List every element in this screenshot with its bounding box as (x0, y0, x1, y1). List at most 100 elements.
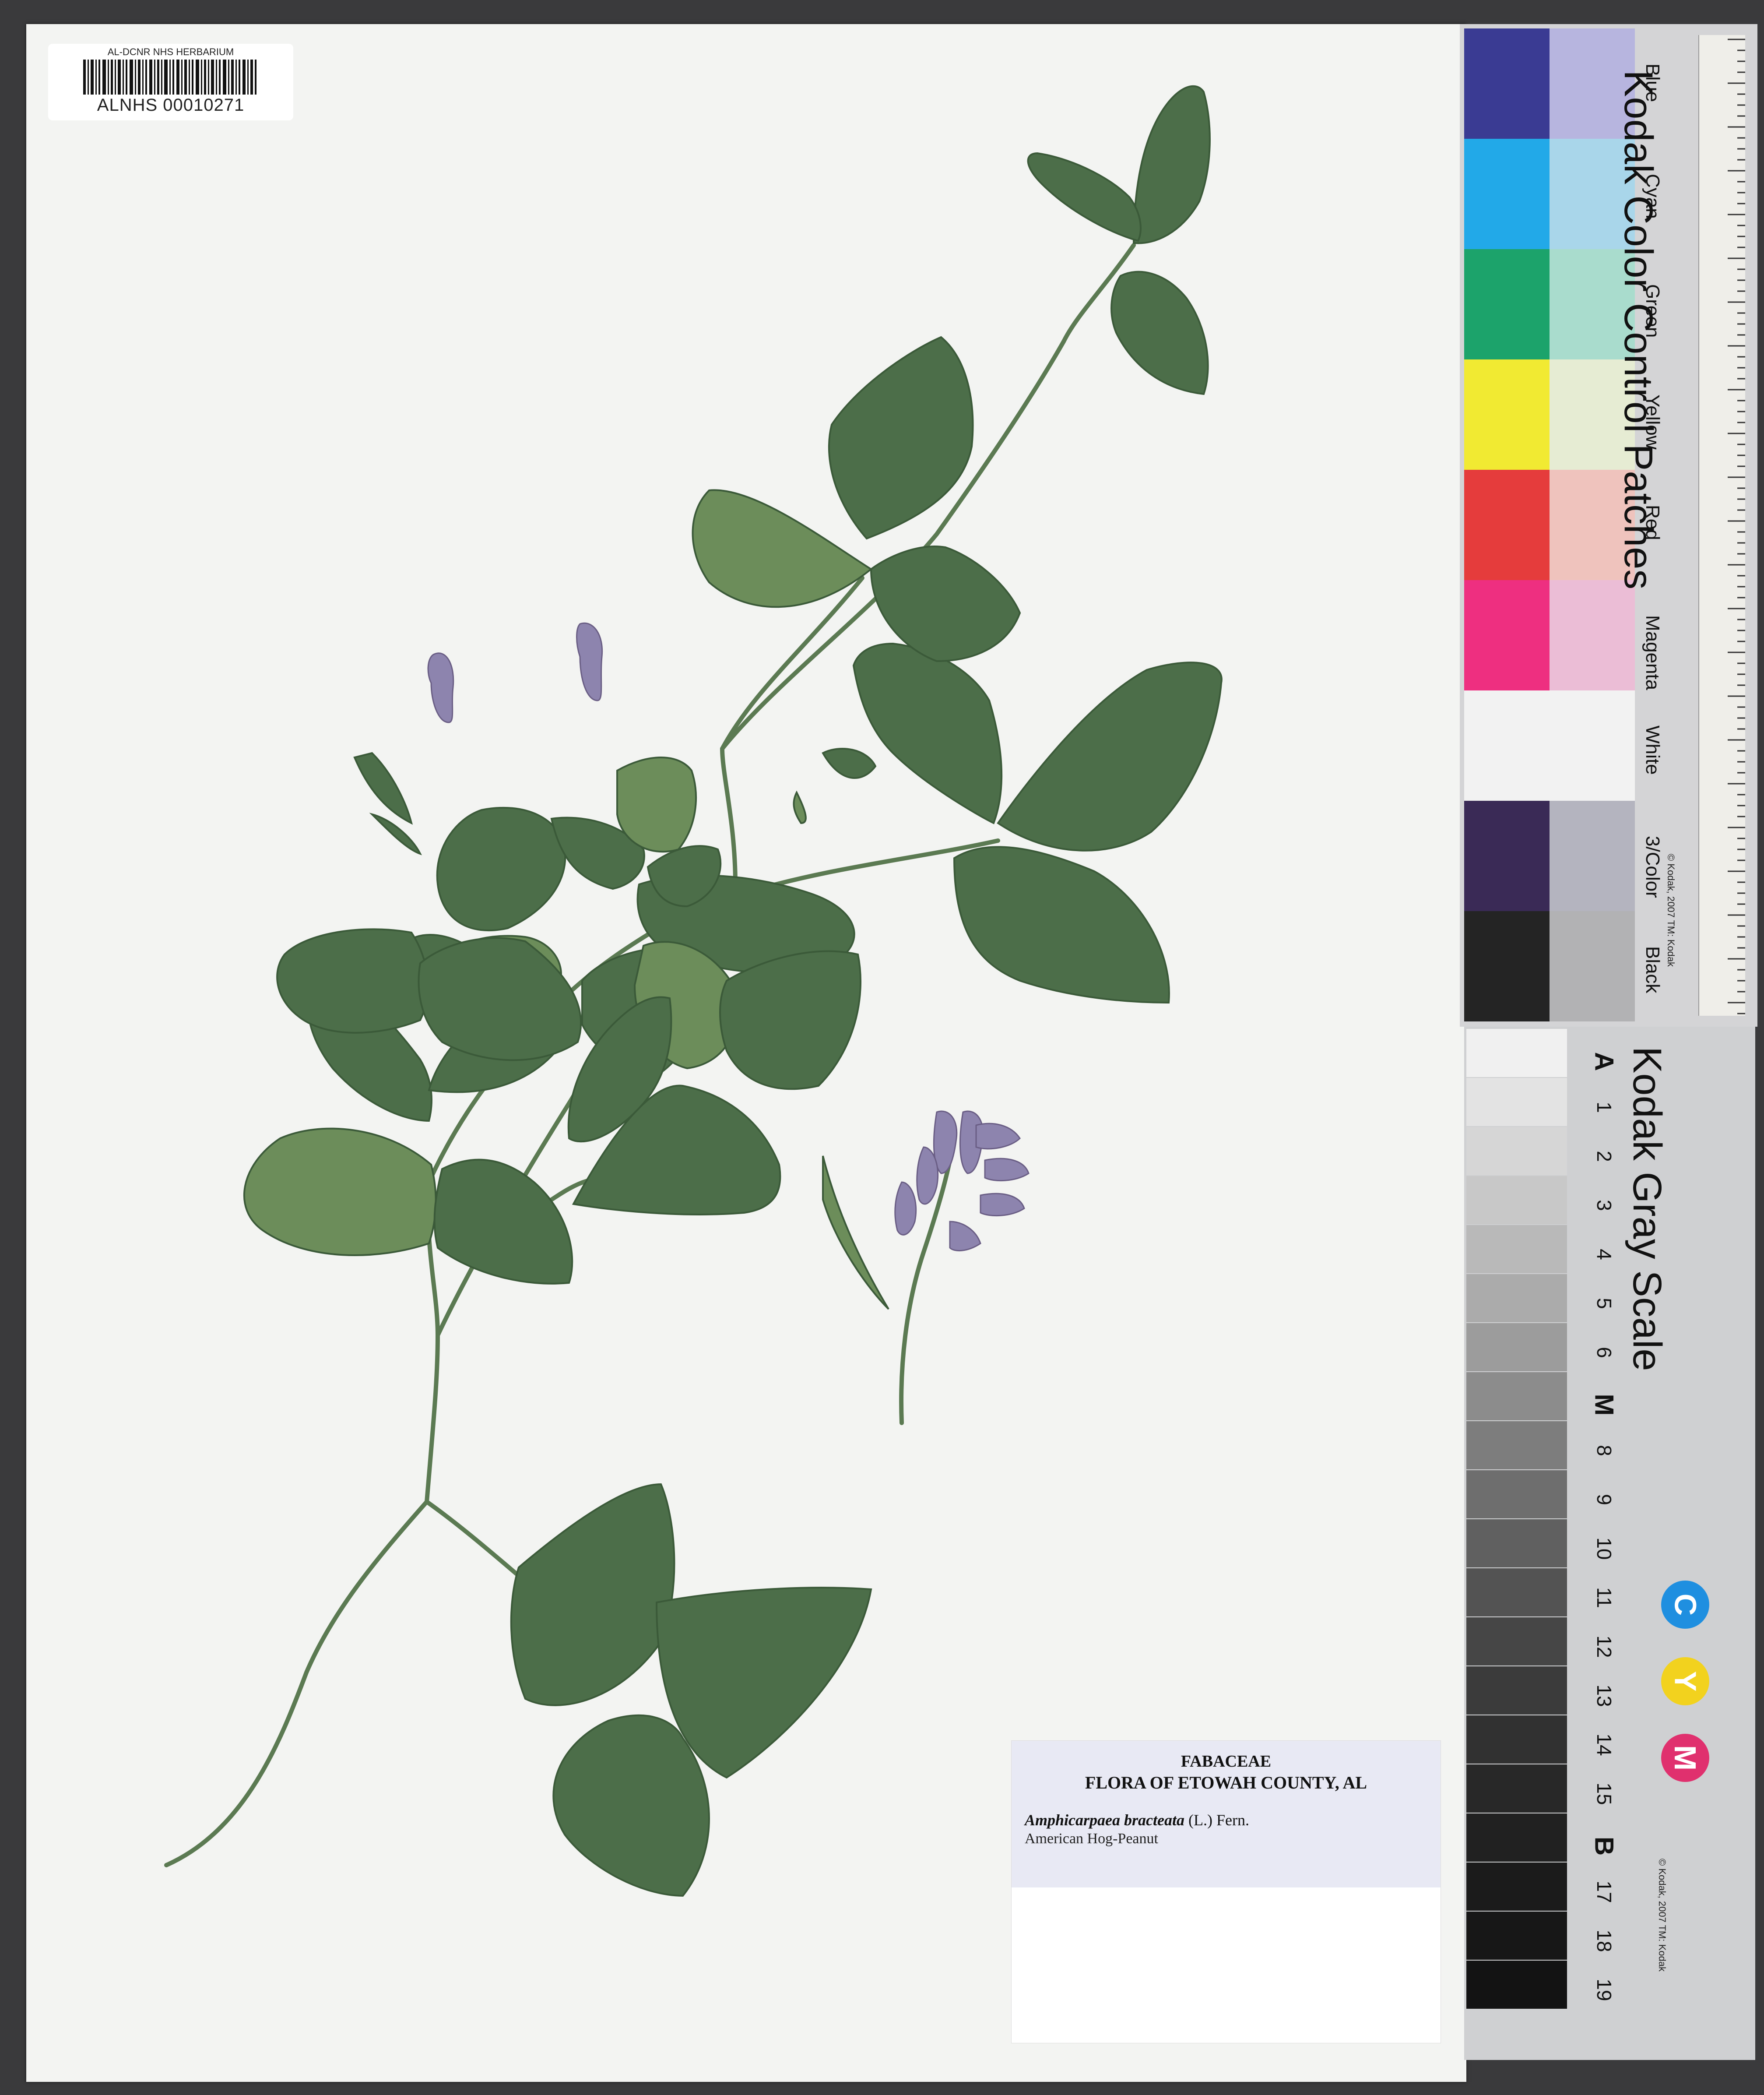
barcode-label: AL-DCNR NHS HERBARIUM ALNHS 00010271 (48, 44, 293, 120)
gray-step-label: 10 (1593, 1537, 1616, 1560)
gray-step-label: 8 (1593, 1445, 1616, 1456)
gray-step (1466, 1764, 1567, 1813)
gray-step-label: 6 (1593, 1347, 1616, 1358)
gray-step-label: 13 (1593, 1684, 1616, 1707)
cym-marker: Y (1661, 1657, 1709, 1705)
flower (427, 652, 454, 723)
leaf (822, 748, 877, 779)
gray-step (1466, 1617, 1567, 1665)
color-patch-tint (1550, 801, 1635, 911)
flower (980, 1193, 1025, 1216)
gray-scale-copyright: © Kodak, 2007 TM: Kodak (1657, 1859, 1668, 1972)
color-patch (1464, 249, 1550, 359)
gray-step-label: 12 (1593, 1635, 1616, 1658)
leaf (828, 336, 974, 540)
gray-step (1466, 1470, 1567, 1518)
common-name: American Hog-Peanut (1025, 1831, 1158, 1847)
color-patch-label: Magenta (1642, 615, 1663, 690)
color-card-title: Kodak Color Control Patches (1616, 70, 1661, 590)
flower (949, 1221, 981, 1252)
flower (984, 1158, 1030, 1181)
leaf-group (243, 85, 1223, 1897)
gray-step-label: 4 (1593, 1249, 1616, 1260)
color-patch-tint (1550, 690, 1635, 801)
leaf (243, 1127, 437, 1257)
gray-scale-title: Kodak Gray Scale (1625, 1046, 1669, 1371)
gray-step (1466, 1176, 1567, 1224)
leaf (822, 1155, 889, 1310)
gray-step (1466, 1912, 1567, 1960)
leaf (793, 790, 807, 824)
gray-step-label: M (1589, 1394, 1619, 1416)
cym-marker: M (1661, 1734, 1709, 1782)
leaf (552, 1714, 710, 1897)
leaf (353, 752, 413, 825)
color-patch-label: 3/Color (1642, 836, 1663, 898)
gray-step (1466, 1372, 1567, 1420)
gray-step-label: 11 (1593, 1587, 1616, 1608)
flower (894, 1181, 917, 1236)
leaf (719, 950, 861, 1090)
leaf (616, 757, 697, 853)
color-patch (1464, 139, 1550, 249)
author-citation: (L.) Fern. (1188, 1811, 1249, 1829)
gray-step (1466, 1225, 1567, 1273)
gray-step (1466, 1029, 1567, 1077)
gray-step-label: 9 (1593, 1494, 1616, 1505)
cym-marker: C (1661, 1581, 1709, 1629)
color-patch-label: White (1642, 725, 1663, 775)
leaf (433, 1158, 573, 1285)
gray-step (1466, 1715, 1567, 1764)
leaf (510, 1483, 675, 1706)
cym-letter: Y (1668, 1671, 1702, 1692)
flower (576, 622, 603, 701)
color-patch (1464, 690, 1550, 801)
color-patch (1464, 359, 1550, 470)
gray-step-label: 17 (1593, 1880, 1616, 1903)
scientific-name: Amphicarpaea bracteata (1025, 1811, 1184, 1829)
gray-step-label: 1 (1593, 1102, 1616, 1113)
gray-step-label: 5 (1593, 1298, 1616, 1309)
cym-letter: C (1668, 1593, 1702, 1616)
barcode (83, 60, 257, 95)
herbarium-name: AL-DCNR NHS HERBARIUM (107, 46, 234, 57)
gray-step (1466, 1421, 1567, 1469)
color-patch (1464, 28, 1550, 139)
gray-step (1466, 1813, 1567, 1862)
leaf (1110, 271, 1209, 395)
color-patch-label: Black (1642, 946, 1663, 993)
leaf (276, 928, 429, 1034)
gray-step (1466, 1519, 1567, 1567)
family-name: FABACEAE (1181, 1752, 1272, 1771)
flora-title: FLORA OF ETOWAH COUNTY, AL (1085, 1773, 1367, 1792)
scientific-name-line: Amphicarpaea bracteata (L.) Fern. (1025, 1811, 1249, 1829)
leaf (852, 642, 1003, 824)
color-patch-tint (1550, 580, 1635, 690)
color-patch (1464, 801, 1550, 911)
gray-step-label: 15 (1593, 1782, 1616, 1805)
gray-step (1466, 1961, 1567, 2009)
gray-step (1466, 1078, 1567, 1126)
gray-step (1466, 1863, 1567, 1911)
ruler (1698, 35, 1745, 1016)
leaf (436, 806, 566, 932)
leaf (1027, 152, 1142, 242)
leaf (997, 662, 1223, 852)
color-patch (1464, 911, 1550, 1021)
color-patch (1464, 470, 1550, 580)
gray-step-label: B (1589, 1836, 1619, 1856)
leaf (369, 813, 422, 856)
color-patch-tint (1550, 911, 1635, 1021)
gray-step-label: A (1589, 1052, 1619, 1071)
catalog-number: ALNHS 00010271 (97, 95, 245, 115)
leaf (953, 846, 1170, 1004)
gray-step (1466, 1568, 1567, 1616)
gray-step (1466, 1127, 1567, 1175)
gray-step-label: 3 (1593, 1200, 1616, 1211)
ruler-ticks (1728, 39, 1745, 1014)
cym-letter: M (1668, 1745, 1702, 1771)
gray-step-label: 18 (1593, 1930, 1616, 1952)
color-card-copyright: © Kodak, 2007 TM: Kodak (1666, 854, 1676, 967)
gray-step-label: 2 (1593, 1151, 1616, 1162)
gray-step (1466, 1274, 1567, 1322)
